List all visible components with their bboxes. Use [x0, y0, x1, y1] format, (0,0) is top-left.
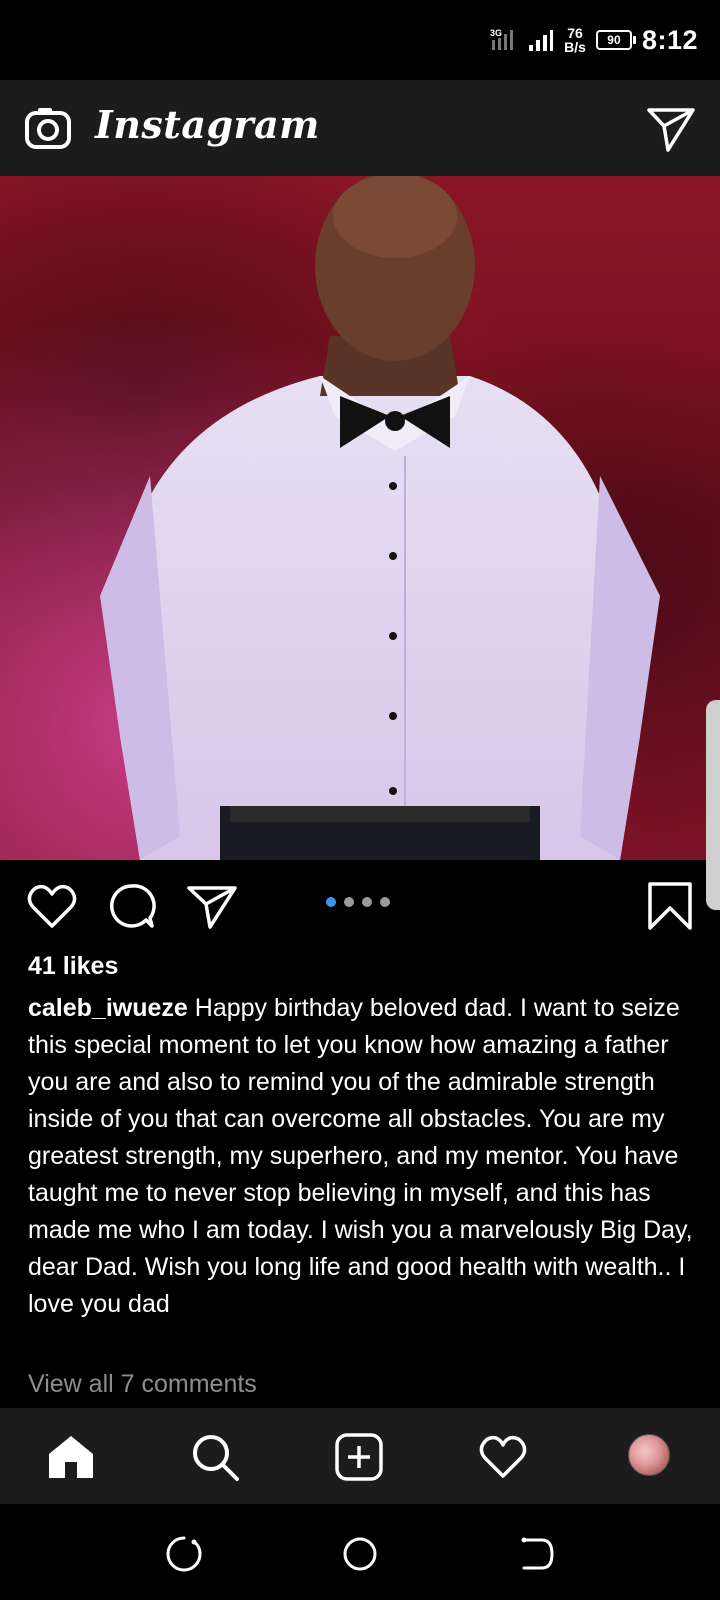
share-icon[interactable] [186, 880, 238, 932]
carousel-dot [380, 897, 390, 907]
battery-icon: 90 [595, 30, 636, 50]
battery-level: 90 [607, 33, 621, 47]
bottom-navigation [0, 1408, 720, 1504]
system-navigation [0, 1504, 720, 1600]
status-bar: 3G 76 B/s 90 8:12 [0, 0, 720, 80]
net-speed-value: 76 [567, 25, 583, 41]
view-comments-link[interactable]: View all 7 comments [28, 1370, 257, 1399]
home-icon[interactable] [46, 1432, 96, 1482]
carousel-dot [344, 897, 354, 907]
likes-count[interactable]: 41 likes [28, 952, 118, 981]
post-caption: caleb_iwueze Happy birthday beloved dad.… [28, 990, 698, 1323]
recents-icon[interactable] [164, 1534, 204, 1574]
add-post-icon[interactable] [334, 1432, 384, 1482]
carousel-dot [326, 897, 336, 907]
profile-avatar[interactable] [628, 1434, 670, 1476]
brand-logo: Instagram [95, 102, 320, 147]
app-header: Instagram [0, 80, 720, 176]
like-icon[interactable] [26, 880, 78, 932]
caption-text: Happy birthday beloved dad. I want to se… [28, 994, 693, 1318]
post-image[interactable] [0, 176, 720, 860]
camera-icon[interactable] [24, 104, 72, 152]
carousel-dot [362, 897, 372, 907]
net-speed-unit: B/s [564, 39, 586, 55]
save-icon[interactable] [644, 880, 696, 932]
direct-send-icon[interactable] [646, 104, 696, 154]
search-icon[interactable] [190, 1432, 240, 1482]
svg-text:3G: 3G [490, 28, 502, 38]
clock: 8:12 [641, 24, 698, 55]
activity-icon[interactable] [478, 1432, 528, 1482]
home-circle-icon[interactable] [340, 1534, 380, 1574]
3g-icon: 3G [490, 28, 514, 50]
signal-icon [529, 30, 554, 51]
comment-icon[interactable] [106, 880, 158, 932]
back-icon[interactable] [516, 1534, 556, 1574]
status-icons: 3G 76 B/s 90 8:12 [490, 20, 698, 60]
post-photo-illustration [0, 176, 720, 860]
carousel-indicator [326, 897, 390, 907]
net-speed: 76 B/s [564, 26, 586, 54]
caption-username[interactable]: caleb_iwueze [28, 994, 188, 1022]
